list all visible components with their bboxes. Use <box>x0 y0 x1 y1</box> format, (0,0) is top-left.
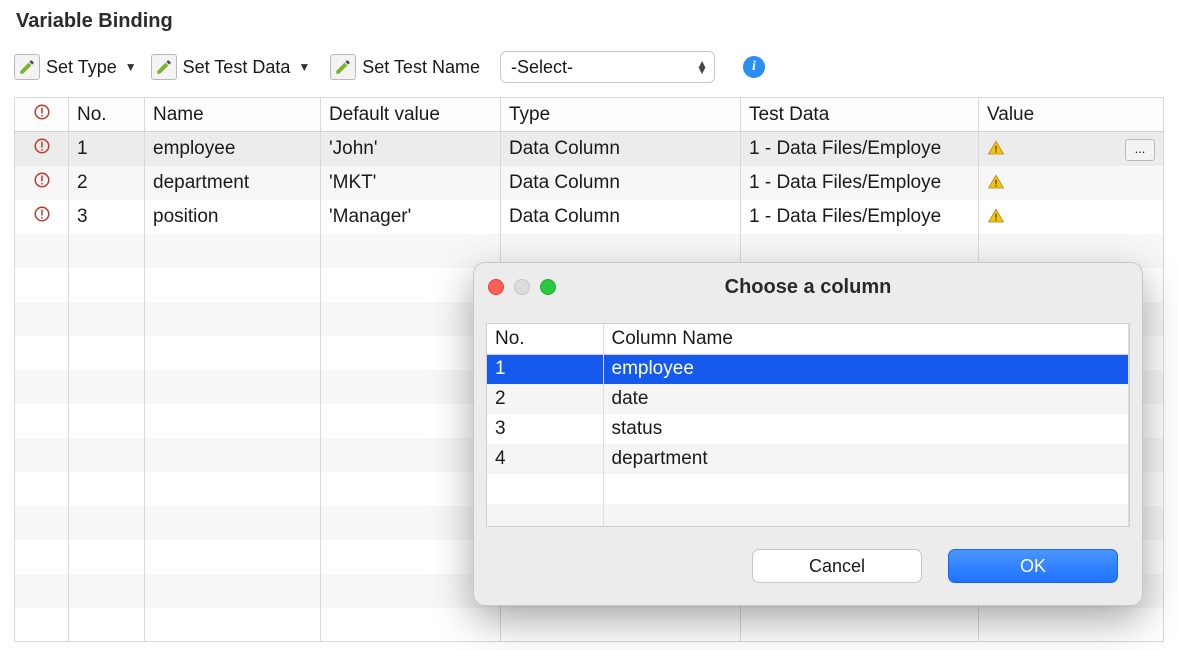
section-title: Variable Binding <box>16 10 1164 33</box>
table-row[interactable]: 2department'MKT'Data Column1 - Data File… <box>15 166 1164 200</box>
cell-name: position <box>145 200 321 234</box>
info-icon[interactable]: i <box>743 56 765 78</box>
cell-type: Data Column <box>501 200 741 234</box>
list-item[interactable]: 1employee <box>487 354 1129 384</box>
cell-value[interactable]: ... <box>979 132 1164 166</box>
cell-name: department <box>145 166 321 200</box>
header-column-name[interactable]: Column Name <box>603 324 1129 354</box>
cell-default-value: 'John' <box>321 132 501 166</box>
cell-default-value: 'MKT' <box>321 166 501 200</box>
ok-button[interactable]: OK <box>948 549 1118 583</box>
table-row[interactable]: 1employee'John'Data Column1 - Data Files… <box>15 132 1164 166</box>
cancel-button[interactable]: Cancel <box>752 549 922 583</box>
select-value: -Select- <box>511 57 573 78</box>
pencil-icon <box>151 54 177 80</box>
cell-column-name: employee <box>603 354 1129 384</box>
toolbar: Set Type ▼ Set Test Data ▼ Set Test Name… <box>14 51 1164 83</box>
alert-icon <box>33 205 51 223</box>
set-type-button[interactable]: Set Type ▼ <box>14 54 137 80</box>
column-list-table: No. Column Name 1employee2date3status4de… <box>487 324 1129 527</box>
alert-icon <box>33 171 51 189</box>
pencil-icon <box>330 54 356 80</box>
header-default-value[interactable]: Default value <box>321 98 501 132</box>
maximize-icon[interactable] <box>540 279 556 295</box>
cell-no: 1 <box>487 354 603 384</box>
set-test-data-label: Set Test Data <box>183 57 291 78</box>
set-test-name-label: Set Test Name <box>362 57 480 78</box>
cell-column-name: date <box>603 384 1129 414</box>
cell-no: 3 <box>487 414 603 444</box>
warning-icon <box>987 207 1005 225</box>
header-type[interactable]: Type <box>501 98 741 132</box>
cell-no: 3 <box>69 200 145 234</box>
cell-no: 4 <box>487 444 603 474</box>
cell-test-data: 1 - Data Files/Employe <box>741 166 979 200</box>
choose-column-dialog: Choose a column No. Column Name 1employe… <box>473 262 1143 606</box>
value-browse-button[interactable]: ... <box>1125 139 1155 161</box>
list-item[interactable]: 3status <box>487 414 1129 444</box>
list-item <box>487 474 1129 504</box>
cell-column-name: department <box>603 444 1129 474</box>
cell-value[interactable] <box>979 166 1164 200</box>
warning-icon <box>987 173 1005 191</box>
cell-test-data: 1 - Data Files/Employe <box>741 132 979 166</box>
list-item[interactable]: 2date <box>487 384 1129 414</box>
header-alert[interactable] <box>15 98 69 132</box>
list-item <box>487 504 1129 527</box>
header-test-data[interactable]: Test Data <box>741 98 979 132</box>
set-type-label: Set Type <box>46 57 117 78</box>
window-controls <box>488 279 556 295</box>
cell-no: 2 <box>69 166 145 200</box>
test-name-select[interactable]: -Select- ▲▼ <box>500 51 715 83</box>
cell-type: Data Column <box>501 166 741 200</box>
cell-test-data: 1 - Data Files/Employe <box>741 200 979 234</box>
cell-default-value: 'Manager' <box>321 200 501 234</box>
pencil-icon <box>14 54 40 80</box>
close-icon[interactable] <box>488 279 504 295</box>
cell-name: employee <box>145 132 321 166</box>
set-test-name-button[interactable]: Set Test Name <box>330 54 480 80</box>
list-item[interactable]: 4department <box>487 444 1129 474</box>
cell-column-name: status <box>603 414 1129 444</box>
warning-icon <box>987 139 1005 157</box>
alert-icon <box>33 103 51 121</box>
cell-value[interactable] <box>979 200 1164 234</box>
header-name[interactable]: Name <box>145 98 321 132</box>
header-no[interactable]: No. <box>69 98 145 132</box>
updown-icon: ▲▼ <box>696 61 708 73</box>
cell-no: 1 <box>69 132 145 166</box>
dialog-titlebar[interactable]: Choose a column <box>474 263 1142 311</box>
set-test-data-button[interactable]: Set Test Data ▼ <box>151 54 311 80</box>
dialog-title: Choose a column <box>474 276 1142 299</box>
alert-icon <box>33 137 51 155</box>
table-row <box>15 608 1164 642</box>
header-value[interactable]: Value <box>979 98 1164 132</box>
table-row[interactable]: 3position'Manager'Data Column1 - Data Fi… <box>15 200 1164 234</box>
chevron-down-icon: ▼ <box>125 60 137 74</box>
minimize-icon <box>514 279 530 295</box>
cell-type: Data Column <box>501 132 741 166</box>
chevron-down-icon: ▼ <box>298 60 310 74</box>
cell-no: 2 <box>487 384 603 414</box>
header-no[interactable]: No. <box>487 324 603 354</box>
